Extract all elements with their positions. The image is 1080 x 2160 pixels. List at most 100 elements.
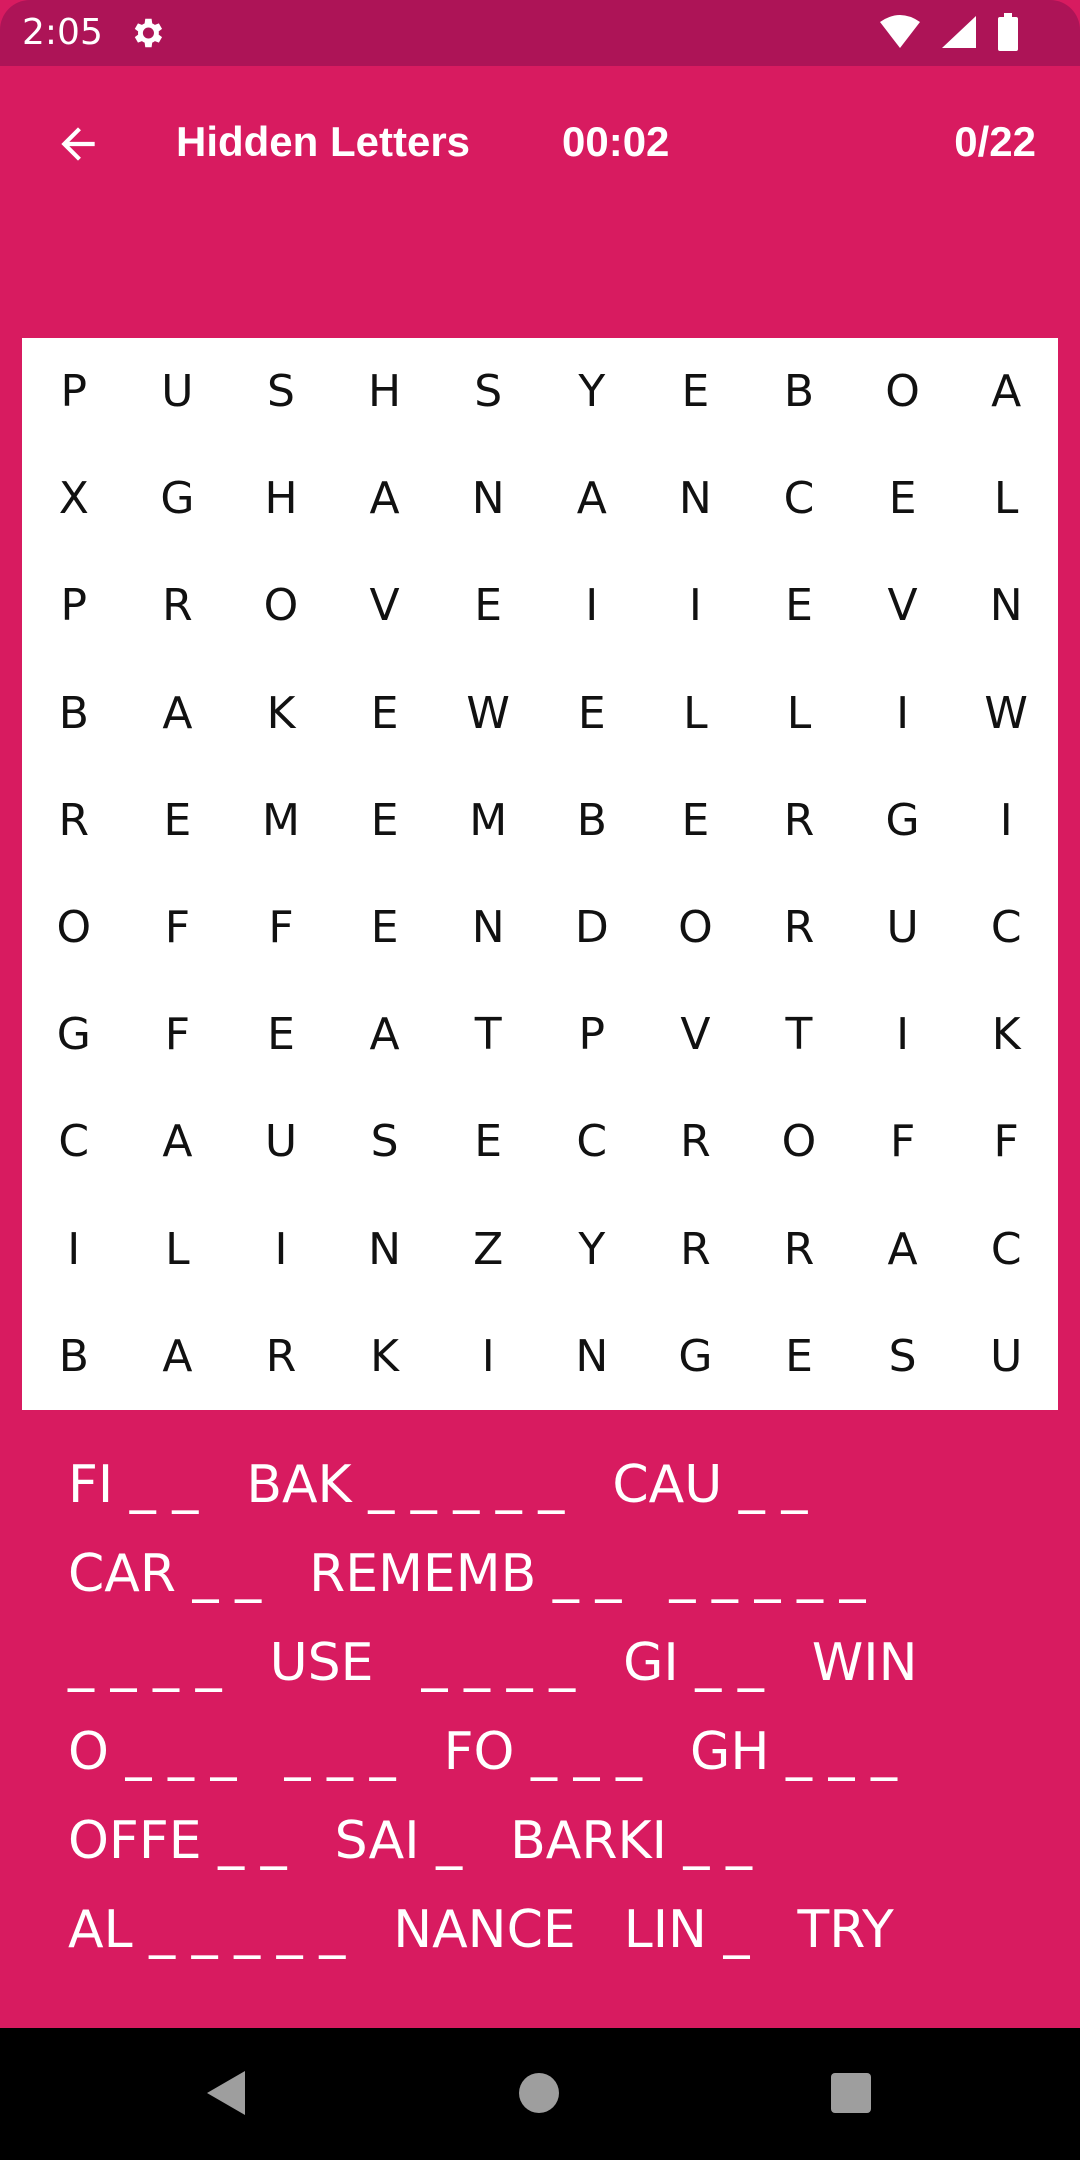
grid-cell[interactable]: A (851, 1196, 955, 1303)
grid-cell[interactable]: S (229, 338, 333, 445)
grid-cell[interactable]: N (644, 445, 748, 552)
grid-cell[interactable]: R (229, 1303, 333, 1410)
grid-cell[interactable]: A (333, 445, 437, 552)
grid-cell[interactable]: I (540, 552, 644, 659)
grid-cell[interactable]: W (436, 660, 540, 767)
grid-cell[interactable]: F (229, 874, 333, 981)
grid-cell[interactable]: Z (436, 1196, 540, 1303)
grid-cell[interactable]: L (954, 445, 1058, 552)
grid-cell[interactable]: O (747, 1088, 851, 1195)
grid-cell[interactable]: C (954, 874, 1058, 981)
grid-cell[interactable]: E (333, 767, 437, 874)
grid-cell[interactable]: O (851, 338, 955, 445)
grid-cell[interactable]: E (747, 552, 851, 659)
grid-cell[interactable]: R (22, 767, 126, 874)
nav-home-button[interactable] (504, 2060, 574, 2130)
grid-cell[interactable]: B (22, 1303, 126, 1410)
grid-cell[interactable]: U (851, 874, 955, 981)
grid-cell[interactable]: E (644, 767, 748, 874)
grid-cell[interactable]: F (126, 874, 230, 981)
grid-cell[interactable]: V (644, 981, 748, 1088)
grid-cell[interactable]: I (851, 660, 955, 767)
grid-cell[interactable]: X (22, 445, 126, 552)
grid-cell[interactable]: E (126, 767, 230, 874)
nav-back-button[interactable] (192, 2060, 262, 2130)
grid-cell[interactable]: R (126, 552, 230, 659)
grid-cell[interactable]: T (747, 981, 851, 1088)
grid-cell[interactable]: Y (540, 1196, 644, 1303)
grid-cell[interactable]: E (436, 552, 540, 659)
grid-cell[interactable]: U (229, 1088, 333, 1195)
grid-cell[interactable]: W (954, 660, 1058, 767)
grid-cell[interactable]: U (126, 338, 230, 445)
grid-cell[interactable]: C (540, 1088, 644, 1195)
grid-cell[interactable]: F (851, 1088, 955, 1195)
grid-cell[interactable]: L (644, 660, 748, 767)
grid-cell[interactable]: G (126, 445, 230, 552)
grid-cell[interactable]: R (747, 874, 851, 981)
grid-cell[interactable]: V (333, 552, 437, 659)
grid-cell[interactable]: E (333, 660, 437, 767)
grid-cell[interactable]: K (333, 1303, 437, 1410)
grid-cell[interactable]: N (540, 1303, 644, 1410)
grid-cell[interactable]: Y (540, 338, 644, 445)
grid-cell[interactable]: I (436, 1303, 540, 1410)
grid-cell[interactable]: B (747, 338, 851, 445)
grid-cell[interactable]: H (229, 445, 333, 552)
grid-cell[interactable]: M (229, 767, 333, 874)
grid-cell[interactable]: A (333, 981, 437, 1088)
grid-cell[interactable]: N (333, 1196, 437, 1303)
grid-cell[interactable]: E (333, 874, 437, 981)
grid-cell[interactable]: S (851, 1303, 955, 1410)
grid-cell[interactable]: O (644, 874, 748, 981)
grid-cell[interactable]: E (747, 1303, 851, 1410)
grid-cell[interactable]: E (540, 660, 644, 767)
grid-cell[interactable]: R (644, 1196, 748, 1303)
grid-cell[interactable]: N (954, 552, 1058, 659)
grid-cell[interactable]: U (954, 1303, 1058, 1410)
grid-cell[interactable]: I (851, 981, 955, 1088)
grid-cell[interactable]: I (644, 552, 748, 659)
grid-cell[interactable]: G (22, 981, 126, 1088)
grid-cell[interactable]: P (22, 552, 126, 659)
grid-cell[interactable]: N (436, 445, 540, 552)
grid-cell[interactable]: O (229, 552, 333, 659)
grid-cell[interactable]: C (22, 1088, 126, 1195)
grid-cell[interactable]: G (851, 767, 955, 874)
grid-cell[interactable]: E (229, 981, 333, 1088)
grid-cell[interactable]: P (540, 981, 644, 1088)
grid-cell[interactable]: A (126, 1088, 230, 1195)
grid-cell[interactable]: T (436, 981, 540, 1088)
grid-cell[interactable]: L (126, 1196, 230, 1303)
grid-cell[interactable]: K (229, 660, 333, 767)
grid-cell[interactable]: A (540, 445, 644, 552)
grid-cell[interactable]: A (126, 660, 230, 767)
grid-cell[interactable]: L (747, 660, 851, 767)
grid-cell[interactable]: B (22, 660, 126, 767)
grid-cell[interactable]: E (436, 1088, 540, 1195)
grid-cell[interactable]: S (333, 1088, 437, 1195)
grid-cell[interactable]: F (126, 981, 230, 1088)
grid-cell[interactable]: K (954, 981, 1058, 1088)
grid-cell[interactable]: R (747, 767, 851, 874)
grid-cell[interactable]: F (954, 1088, 1058, 1195)
grid-cell[interactable]: R (644, 1088, 748, 1195)
grid-cell[interactable]: A (954, 338, 1058, 445)
grid-cell[interactable]: G (644, 1303, 748, 1410)
grid-cell[interactable]: B (540, 767, 644, 874)
back-button[interactable] (48, 116, 108, 176)
grid-cell[interactable]: V (851, 552, 955, 659)
grid-cell[interactable]: A (126, 1303, 230, 1410)
grid-cell[interactable]: D (540, 874, 644, 981)
grid-cell[interactable]: R (747, 1196, 851, 1303)
grid-cell[interactable]: I (954, 767, 1058, 874)
grid-cell[interactable]: N (436, 874, 540, 981)
grid-cell[interactable]: C (954, 1196, 1058, 1303)
grid-cell[interactable]: O (22, 874, 126, 981)
nav-recents-button[interactable] (816, 2060, 886, 2130)
grid-cell[interactable]: I (22, 1196, 126, 1303)
grid-cell[interactable]: M (436, 767, 540, 874)
grid-cell[interactable]: S (436, 338, 540, 445)
grid-cell[interactable]: E (851, 445, 955, 552)
grid-cell[interactable]: C (747, 445, 851, 552)
